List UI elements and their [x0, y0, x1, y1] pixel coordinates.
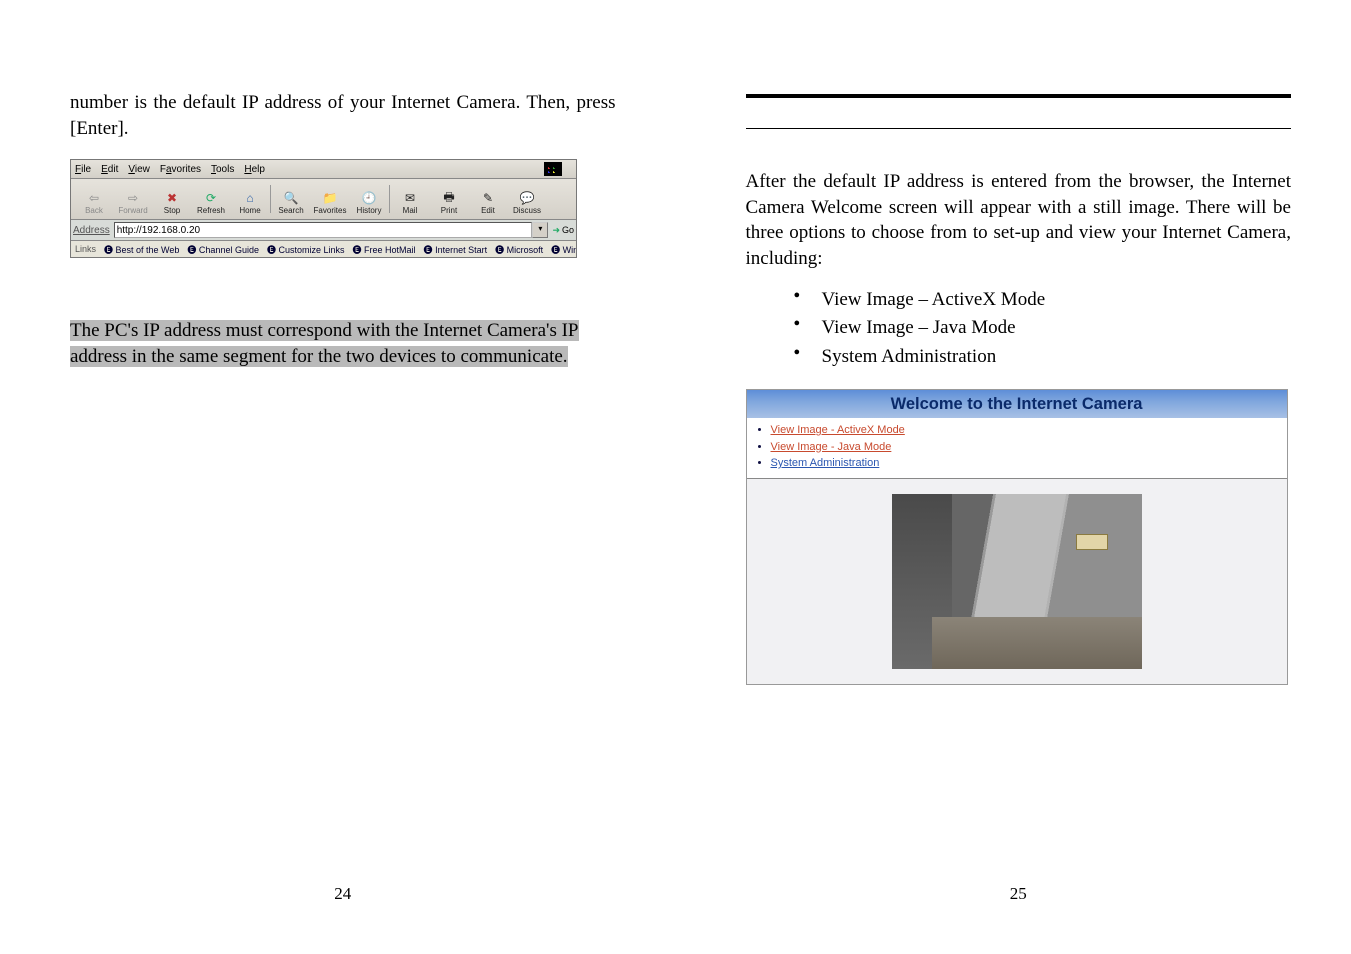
link-system-admin[interactable]: System Administration [771, 457, 880, 469]
opt-java: View Image – Java Mode [794, 314, 1292, 343]
toolbar: ⇦Back ⇨Forward ✖Stop ⟳Refresh ⌂Home 🔍Sea… [71, 179, 576, 220]
camera-still-image [892, 494, 1142, 669]
welcome-title: Welcome to the Internet Camera [747, 390, 1287, 418]
link-view-java[interactable]: View Image - Java Mode [771, 441, 892, 453]
discuss-icon: 💬 [519, 190, 535, 206]
refresh-icon: ⟳ [203, 190, 219, 206]
right-content: After the default IP address is entered … [746, 90, 1292, 884]
print-icon: 🖶 [441, 190, 457, 206]
menubar: File Edit View Favorites Tools Help [71, 160, 576, 179]
history-button[interactable]: 🕘History [350, 183, 388, 215]
print-button[interactable]: 🖶Print [430, 183, 468, 215]
refresh-button[interactable]: ⟳Refresh [192, 183, 230, 215]
menu-favorites[interactable]: Favorites [160, 164, 201, 175]
home-icon: ⌂ [242, 190, 258, 206]
left-content: number is the default IP address of your… [70, 90, 616, 884]
menu-tools[interactable]: Tools [211, 164, 234, 175]
page-number-right: 25 [746, 884, 1292, 914]
browser-screenshot: File Edit View Favorites Tools Help ⇦Bac… [70, 159, 577, 258]
camera-preview-area [747, 479, 1287, 684]
address-dropdown-icon[interactable]: ▾ [532, 222, 548, 238]
stop-button[interactable]: ✖Stop [153, 183, 191, 215]
opt-activex: View Image – ActiveX Mode [794, 286, 1292, 315]
go-button[interactable]: ➜Go [552, 225, 574, 236]
windows-logo-icon [544, 162, 562, 176]
search-icon: 🔍 [283, 190, 299, 206]
welcome-links: View Image - ActiveX Mode View Image - J… [747, 418, 1287, 479]
links-label: Links [75, 244, 96, 254]
mail-button[interactable]: ✉Mail [391, 183, 429, 215]
link-view-activex[interactable]: View Image - ActiveX Mode [771, 424, 905, 436]
menu-edit[interactable]: Edit [101, 164, 118, 175]
back-arrow-icon: ⇦ [86, 190, 102, 206]
options-list: View Image – ActiveX Mode View Image – J… [794, 286, 1292, 372]
home-button[interactable]: ⌂Home [231, 183, 269, 215]
address-bar: Address ▾ ➜Go [71, 220, 576, 241]
ip-note: The PC's IP address must correspond with… [70, 320, 579, 367]
address-label: Address [73, 225, 110, 236]
link-microsoft[interactable]: 🅔 Microsoft [495, 243, 543, 256]
favorites-icon: 📁 [322, 190, 338, 206]
link-channel-guide[interactable]: 🅔 Channel Guide [187, 243, 259, 256]
mail-icon: ✉ [402, 190, 418, 206]
go-icon: ➜ [552, 225, 560, 236]
link-hotmail[interactable]: 🅔 Free HotMail [353, 243, 416, 256]
page-number-left: 24 [70, 884, 616, 914]
edit-button[interactable]: ✎Edit [469, 183, 507, 215]
favorites-button[interactable]: 📁Favorites [311, 183, 349, 215]
welcome-paragraph: After the default IP address is entered … [746, 169, 1292, 272]
forward-arrow-icon: ⇨ [125, 190, 141, 206]
page-left: number is the default IP address of your… [0, 0, 676, 954]
opt-admin: System Administration [794, 343, 1292, 372]
history-icon: 🕘 [361, 190, 377, 206]
address-input[interactable] [114, 222, 533, 238]
links-bar: Links 🅔 Best of the Web 🅔 Channel Guide … [71, 241, 576, 257]
link-customize[interactable]: 🅔 Customize Links [267, 243, 345, 256]
discuss-button[interactable]: 💬Discuss [508, 183, 546, 215]
welcome-panel: Welcome to the Internet Camera View Imag… [746, 389, 1288, 685]
forward-button[interactable]: ⇨Forward [114, 183, 152, 215]
edit-icon: ✎ [480, 190, 496, 206]
menu-help[interactable]: Help [244, 164, 265, 175]
rule-thin [746, 128, 1292, 129]
link-best-of-web[interactable]: 🅔 Best of the Web [104, 243, 179, 256]
menu-file[interactable]: File [75, 164, 91, 175]
link-internet-start[interactable]: 🅔 Internet Start [424, 243, 488, 256]
search-button[interactable]: 🔍Search [272, 183, 310, 215]
rule-thick [746, 94, 1292, 98]
link-windows-update[interactable]: 🅔 Windows Update [551, 243, 576, 256]
stop-icon: ✖ [164, 190, 180, 206]
back-button[interactable]: ⇦Back [75, 183, 113, 215]
menu-view[interactable]: View [128, 164, 150, 175]
intro-text: number is the default IP address of your… [70, 90, 616, 141]
page-right: After the default IP address is entered … [676, 0, 1351, 954]
